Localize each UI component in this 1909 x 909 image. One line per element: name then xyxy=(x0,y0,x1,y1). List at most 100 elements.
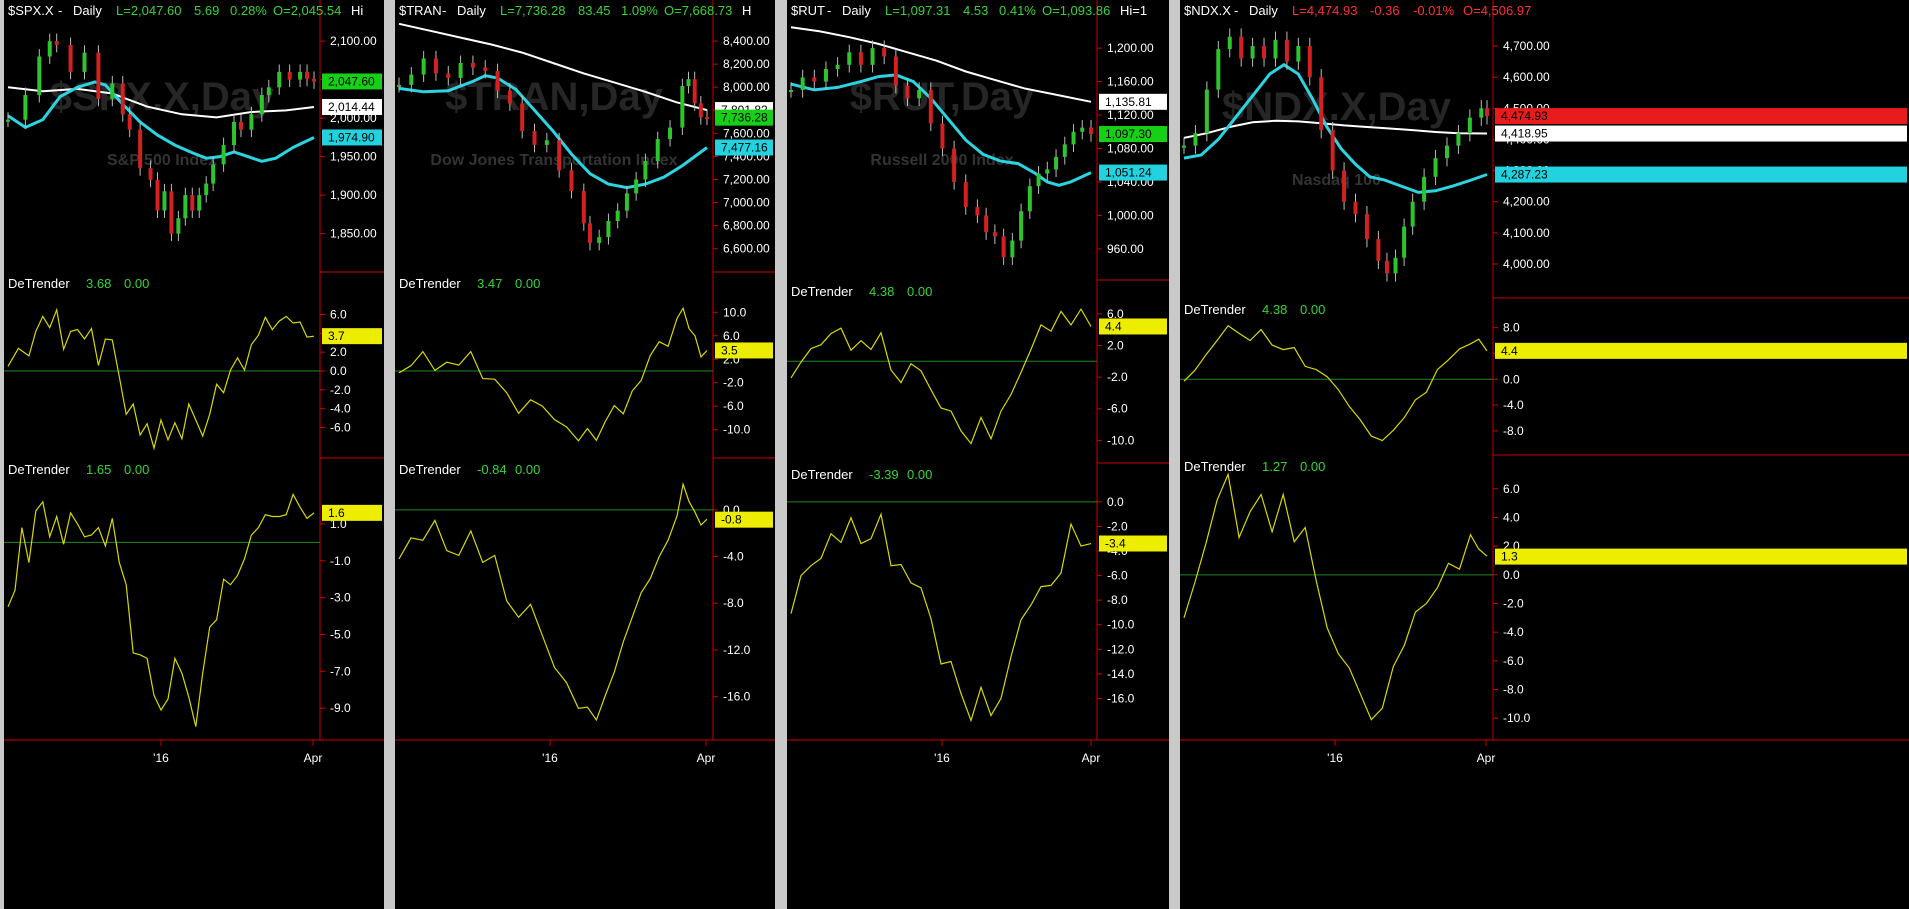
candle-body xyxy=(634,179,639,194)
price-tick-label: 4,100.00 xyxy=(1503,226,1550,240)
candle-body xyxy=(23,95,28,120)
chart-panel-tran[interactable]: '16 Apr $TRAN,Day Dow Jones Transportation … xyxy=(395,0,775,909)
chart-panel-rut[interactable]: '16 Apr $RUT,Day Russell 2000 Index 1,200.00… xyxy=(787,0,1169,909)
candle-body xyxy=(680,86,685,128)
candle-body xyxy=(1062,144,1067,157)
header-open: O=4,506.97 xyxy=(1463,3,1531,18)
price-tick-label: 7,200.00 xyxy=(723,172,770,186)
candle-body xyxy=(615,210,620,222)
detrender-label: DeTrender xyxy=(8,276,70,291)
candle-body xyxy=(1433,158,1438,177)
detrender-line xyxy=(1183,472,1488,721)
detrender-line xyxy=(398,481,708,722)
price-tick-label: 1,200.00 xyxy=(1107,41,1154,55)
detrender-tick-label: -16.0 xyxy=(723,690,751,704)
chart-panel-ndx[interactable]: '16 Apr $NDX.X,Day Nasdaq 100 4,700.00 4,600.… xyxy=(1180,0,1909,909)
candle-body xyxy=(1273,39,1278,59)
price-tick-label: 8,000.00 xyxy=(723,80,770,94)
detrender-tick-label: -10.0 xyxy=(1503,711,1531,725)
candle-body xyxy=(532,131,537,145)
detrender-value: 3.47 xyxy=(477,276,502,291)
detrender-value: -3.39 xyxy=(869,467,899,482)
candle-body xyxy=(606,221,611,238)
detrender-tag xyxy=(1495,342,1907,359)
price-tag-label: 2,014.44 xyxy=(328,100,375,114)
candle-body xyxy=(1027,186,1032,212)
header-open: O=1,093.86 xyxy=(1042,3,1110,18)
header-symbol: $SPX.X xyxy=(8,3,54,18)
candle-body xyxy=(54,41,59,45)
candle-body xyxy=(37,56,42,96)
detrender-line xyxy=(7,492,315,727)
candle-body xyxy=(483,67,488,72)
detrender-tick-label: -8.0 xyxy=(1503,424,1524,438)
candle-body xyxy=(249,114,254,130)
price-tick-label: 960.00 xyxy=(1107,242,1144,256)
candle-body xyxy=(138,129,143,169)
candle-body xyxy=(835,64,840,70)
candle-body xyxy=(1410,201,1415,227)
header-symbol: $TRAN xyxy=(399,3,442,18)
candle-body xyxy=(1393,257,1398,274)
detrender-zero: 0.00 xyxy=(515,462,540,477)
price-tick-label: 8,200.00 xyxy=(723,57,770,71)
detrender-tick-label: -1.0 xyxy=(330,554,351,568)
watermark-symbol: $TRAN,Day xyxy=(445,75,664,119)
header-label: Daily xyxy=(842,3,871,18)
detrender-tick-label: -3.0 xyxy=(330,591,351,605)
price-tick-label: 4,600.00 xyxy=(1503,70,1550,84)
chart-panel-spx[interactable]: '16 Apr $SPX.X,Day S&P 500 Index 2,100.00 2,0… xyxy=(4,0,384,909)
price-tick-label: 6,800.00 xyxy=(723,219,770,233)
candle-body xyxy=(110,83,115,99)
candle-body xyxy=(557,140,562,171)
candle-body xyxy=(823,69,828,82)
candle-body xyxy=(655,139,660,162)
detrender-tick-label: -2.0 xyxy=(330,383,351,397)
detrender-zero: 0.00 xyxy=(1300,302,1325,317)
candle-body xyxy=(1080,127,1085,132)
candle-body xyxy=(277,71,282,88)
detrender-tag-label: -3.4 xyxy=(1105,537,1126,551)
candle-body xyxy=(1250,46,1255,59)
price-tick-label: 4,000.00 xyxy=(1503,257,1550,271)
header-pct: -0.01% xyxy=(1413,3,1455,18)
detrender-tick-label: -12.0 xyxy=(1107,642,1135,656)
candle-body xyxy=(1204,89,1209,134)
candle-body xyxy=(197,195,202,211)
candle-body xyxy=(1010,240,1015,258)
price-tag-label: 2,047.60 xyxy=(328,74,375,88)
detrender-zero: 0.00 xyxy=(515,276,540,291)
detrender-tick-label: -4.0 xyxy=(1503,625,1524,639)
candle-body xyxy=(305,71,310,79)
detrender-label: DeTrender xyxy=(791,467,853,482)
detrender-tick-label: -2.0 xyxy=(1503,597,1524,611)
candle-body xyxy=(458,62,463,78)
price-tick-label: 2,100.00 xyxy=(330,34,377,48)
detrender-tick-label: 4.0 xyxy=(1503,510,1520,524)
price-tick-label: 1,120.00 xyxy=(1107,108,1154,122)
price-tick-label: 8,400.00 xyxy=(723,34,770,48)
candle-body xyxy=(1227,36,1232,50)
candle-body xyxy=(495,71,500,91)
candle-body xyxy=(397,84,401,87)
price-tick-label: 4,200.00 xyxy=(1503,195,1550,209)
candle-body xyxy=(789,89,793,92)
price-tag-label: 4,418.95 xyxy=(1501,127,1548,141)
header-label: Daily xyxy=(73,3,102,18)
candle-body xyxy=(1353,201,1358,215)
price-tick-label: 1,950.00 xyxy=(330,150,377,164)
header-pct: 1.09% xyxy=(621,3,658,18)
candle-body xyxy=(1422,176,1427,202)
candle-body xyxy=(232,121,237,146)
header-separator: - xyxy=(1234,3,1238,18)
detrender-tick-label: 10.0 xyxy=(723,305,747,319)
candle-body xyxy=(1307,46,1312,78)
detrender-line xyxy=(1183,324,1488,442)
candle-body xyxy=(692,79,697,104)
candle-body xyxy=(569,170,574,192)
header-separator: - xyxy=(442,3,446,18)
candle-body xyxy=(893,56,898,86)
detrender-value: -0.84 xyxy=(477,462,507,477)
header-open: O=2,045.54 xyxy=(273,3,341,18)
candle-body xyxy=(259,95,264,115)
